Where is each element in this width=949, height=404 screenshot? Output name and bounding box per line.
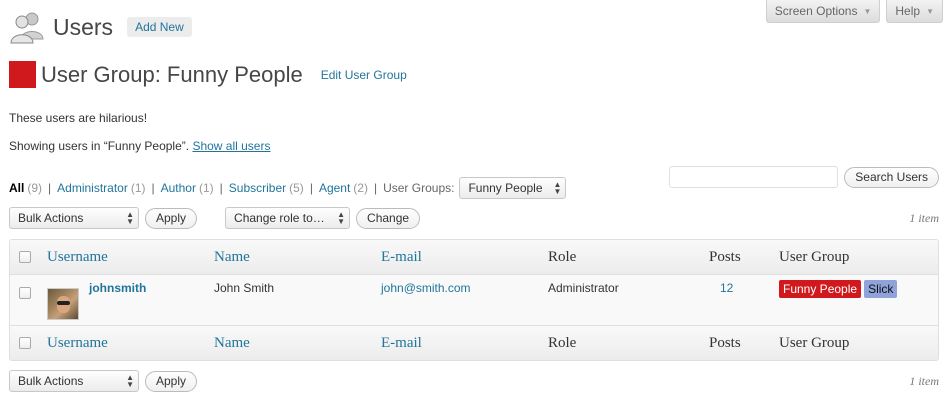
items-count: 1 item [909,373,939,388]
users-icon [10,12,44,44]
column-posts: Posts [709,248,741,265]
column-email[interactable]: E-mail [381,249,422,266]
search-input[interactable] [669,166,839,188]
filter-count: (1) [198,181,214,195]
tablenav-bottom: Bulk Actions ▲ ▼ Apply 1 item [9,370,939,392]
edit-user-group-link[interactable]: Edit User Group [321,68,407,82]
select-arrows-icon: ▲ ▼ [553,180,562,196]
column-name[interactable]: Name [214,335,250,352]
add-new-button[interactable]: Add New [127,17,192,37]
role-filters: All (9) | Administrator (1) | Author (1)… [9,177,567,199]
showing-prefix: Showing users in “Funny People”. [9,139,190,153]
help-label: Help [895,4,921,18]
show-all-users-link[interactable]: Show all users [192,139,270,153]
filter-separator: | [219,181,223,195]
group-badge-funny-people[interactable]: Funny People [779,280,862,298]
chevron-down-icon: ▼ [863,6,872,16]
group-description: These users are hilarious! [9,111,148,125]
bulk-actions-select[interactable]: Bulk Actions ▲ ▼ [9,370,139,392]
filter-administrator[interactable]: Administrator (1) [57,181,145,195]
filter-separator: | [48,181,52,195]
apply-button[interactable]: Apply [145,207,198,229]
bulk-actions-select[interactable]: Bulk Actions ▲ ▼ [9,207,139,229]
select-all-checkbox[interactable] [19,337,31,349]
apply-button[interactable]: Apply [145,370,198,392]
user-groups-select[interactable]: Funny People ▲ ▼ [459,177,567,199]
filter-separator: | [373,181,378,195]
user-groups-selected: Funny People [468,181,543,195]
column-role: Role [548,334,577,351]
help-tab[interactable]: Help ▼ [886,0,943,23]
select-all-checkbox[interactable] [19,251,31,263]
avatar [47,288,79,320]
column-name[interactable]: Name [214,249,250,266]
filter-label: Subscriber [228,181,287,195]
filter-label: Administrator [57,181,128,195]
group-badge-slick[interactable]: Slick [864,280,898,298]
filter-agent[interactable]: Agent (2) [319,181,368,195]
user-groups-label: User Groups: [383,181,455,195]
column-posts: Posts [709,334,741,351]
table-row: johnsmith John Smith john@smith.com Admi… [10,275,938,325]
select-arrows-icon: ▲ ▼ [126,373,134,389]
filter-all[interactable]: All (9) [9,181,42,195]
user-role: Administrator [548,281,619,295]
username-link[interactable]: johnsmith [89,281,146,295]
filter-author[interactable]: Author (1) [161,181,214,195]
column-username[interactable]: Username [47,335,108,352]
chevron-down-icon: ▼ [926,6,934,16]
column-email[interactable]: E-mail [381,335,422,352]
filter-label: All [9,181,25,195]
change-button[interactable]: Change [356,207,421,229]
users-table: Username Name E-mail Role Posts User Gro… [9,239,939,361]
group-color-swatch [9,61,36,88]
filter-separator: | [151,181,155,195]
user-email-link[interactable]: john@smith.com [381,281,471,295]
table-header: Username Name E-mail Role Posts User Gro… [10,240,938,275]
filter-label: Author [160,181,196,195]
page-header: Users Add New [9,9,192,45]
filter-subscriber[interactable]: Subscriber (5) [229,181,304,195]
search-box: Search Users [669,166,939,188]
filter-label: Agent [318,181,351,195]
user-posts-link[interactable]: 12 [720,281,733,295]
column-user-group: User Group [779,248,850,265]
bulk-actions-label: Bulk Actions [18,211,84,225]
filter-count: (1) [130,181,146,195]
change-role-label: Change role to… [234,211,325,225]
screen-options-tab[interactable]: Screen Options ▼ [765,0,881,23]
column-username[interactable]: Username [47,249,108,266]
column-role: Role [548,248,577,265]
select-arrows-icon: ▲ ▼ [337,210,346,226]
table-footer: Username Name E-mail Role Posts User Gro… [10,325,938,360]
screen-meta-links: Screen Options ▼ Help ▼ [765,0,943,23]
bulk-actions-label: Bulk Actions [18,374,84,388]
group-header: User Group: Funny People Edit User Group [9,61,407,88]
items-count: 1 item [909,210,939,225]
group-title: User Group: Funny People [41,61,303,87]
filter-count: (2) [353,181,368,195]
filter-count: (5) [289,181,304,195]
column-user-group: User Group [779,334,850,351]
screen-options-label: Screen Options [774,4,858,18]
user-name: John Smith [214,281,275,295]
user-groups: Funny People Slick [779,280,898,298]
page-title: Users [53,13,114,40]
tablenav-top: Bulk Actions ▲ ▼ Apply Change role to… ▲ ▼… [9,207,939,229]
search-users-button[interactable]: Search Users [844,166,939,188]
row-checkbox[interactable] [19,287,31,299]
filter-separator: | [309,181,313,195]
change-role-select[interactable]: Change role to… ▲ ▼ [225,207,351,229]
filter-count: (9) [27,181,43,195]
showing-users-text: Showing users in “Funny People”. Show al… [9,139,270,153]
select-arrows-icon: ▲ ▼ [126,210,134,226]
